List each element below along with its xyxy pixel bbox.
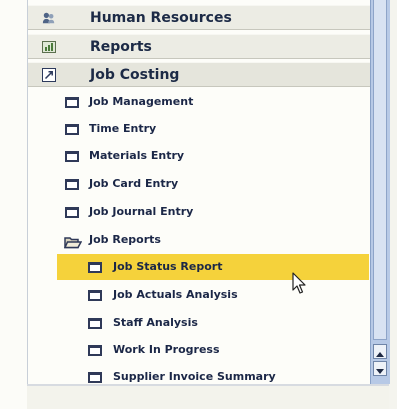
chart-icon: [42, 40, 56, 54]
window-icon: [65, 179, 79, 190]
job-costing-icon: [42, 68, 56, 82]
nav-item-job-status-report[interactable]: Job Status Report: [57, 254, 369, 280]
nav-item-label: Job Management: [89, 95, 194, 108]
category-label: Human Resources: [90, 10, 232, 26]
nav-item-job-actuals-analysis[interactable]: Job Actuals Analysis: [28, 282, 370, 308]
vertical-scrollbar[interactable]: [370, 0, 390, 384]
window-icon: [65, 97, 79, 108]
left-margin: [0, 0, 27, 409]
open-folder-icon: [63, 234, 83, 253]
nav-item-label: Job Actuals Analysis: [113, 288, 238, 301]
nav-item-label: Time Entry: [89, 122, 157, 135]
nav-item-materials-entry[interactable]: Materials Entry: [28, 143, 370, 169]
nav-item-work-in-progress[interactable]: Work In Progress: [28, 337, 370, 363]
category-reports[interactable]: Reports: [28, 34, 370, 59]
nav-item-job-management[interactable]: Job Management: [28, 89, 370, 115]
people-icon: [42, 11, 56, 25]
nav-folder-job-reports[interactable]: Job Reports: [28, 227, 370, 253]
nav-item-label: Materials Entry: [89, 149, 185, 162]
nav-item-job-card-entry[interactable]: Job Card Entry: [28, 171, 370, 197]
scrollbar-thumb[interactable]: [373, 0, 387, 340]
right-margin: [389, 0, 397, 409]
nav-item-job-journal-entry[interactable]: Job Journal Entry: [28, 199, 370, 225]
window-icon: [88, 345, 102, 356]
nav-item-label: Job Reports: [89, 233, 161, 246]
window-icon: [65, 151, 79, 162]
window-icon: [65, 124, 79, 135]
nav-item-label: Staff Analysis: [113, 316, 198, 329]
window-icon: [88, 262, 102, 273]
window-icon: [88, 372, 102, 383]
category-label: Job Costing: [90, 67, 180, 83]
window-icon: [88, 318, 102, 329]
scroll-down-arrow-icon: [376, 359, 384, 378]
mouse-pointer-icon: [292, 272, 308, 296]
nav-item-time-entry[interactable]: Time Entry: [28, 116, 370, 142]
navigation-window: Human Resources Reports Job Costing Job …: [0, 0, 397, 409]
scroll-up-button[interactable]: [373, 344, 387, 359]
nav-item-supplier-invoice-summary[interactable]: Supplier Invoice Summary: [28, 364, 370, 390]
window-icon: [65, 207, 79, 218]
window-icon: [88, 290, 102, 301]
nav-item-label: Job Journal Entry: [89, 205, 194, 218]
nav-item-label: Work In Progress: [113, 343, 220, 356]
nav-item-label: Job Status Report: [113, 260, 223, 273]
category-job-costing[interactable]: Job Costing: [28, 62, 370, 87]
nav-item-staff-analysis[interactable]: Staff Analysis: [28, 310, 370, 336]
nav-item-label: Supplier Invoice Summary: [113, 370, 276, 383]
category-label: Reports: [90, 39, 152, 55]
scroll-down-button[interactable]: [373, 361, 387, 376]
nav-item-label: Job Card Entry: [89, 177, 179, 190]
category-human-resources[interactable]: Human Resources: [28, 5, 370, 30]
